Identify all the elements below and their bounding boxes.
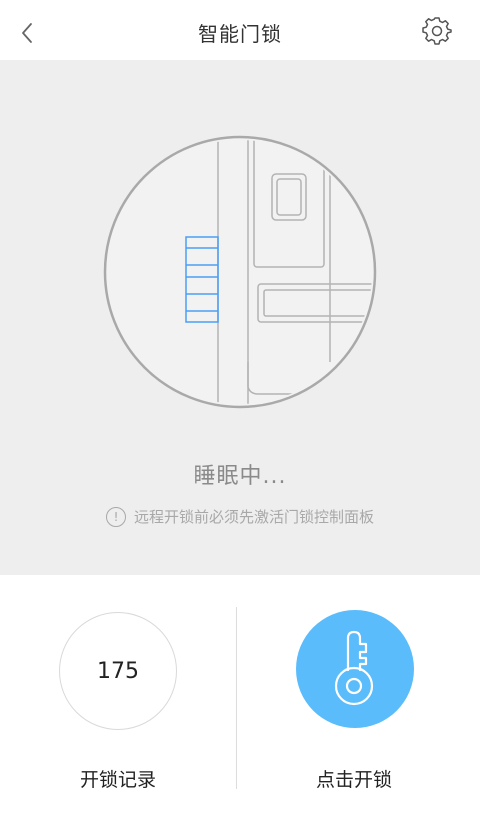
unlock-label: 点击开锁	[315, 769, 392, 791]
unlock-record-count: 175	[97, 658, 139, 684]
gear-icon	[422, 17, 452, 45]
unlock-button[interactable]	[296, 610, 414, 728]
top-bar: 智能门锁	[0, 0, 480, 61]
page-title: 智能门锁	[198, 22, 282, 46]
door-lock-illustration	[103, 135, 377, 409]
unlock-record-button[interactable]: 175	[59, 612, 177, 730]
activation-hint: ! 远程开锁前必须先激活门锁控制面板	[0, 506, 480, 527]
lock-status-text: 睡眠中...	[193, 464, 287, 489]
unlock-record-label: 开锁记录	[79, 769, 156, 791]
key-icon	[334, 630, 374, 706]
action-area: 175 开锁记录 点击开锁	[0, 575, 480, 831]
settings-button[interactable]	[422, 16, 452, 46]
exclamation-circle-icon: !	[105, 506, 126, 527]
divider	[236, 607, 237, 789]
hint-text: 远程开锁前必须先激活门锁控制面板	[133, 508, 374, 526]
device-status-panel: 睡眠中... ! 远程开锁前必须先激活门锁控制面板	[0, 60, 480, 575]
